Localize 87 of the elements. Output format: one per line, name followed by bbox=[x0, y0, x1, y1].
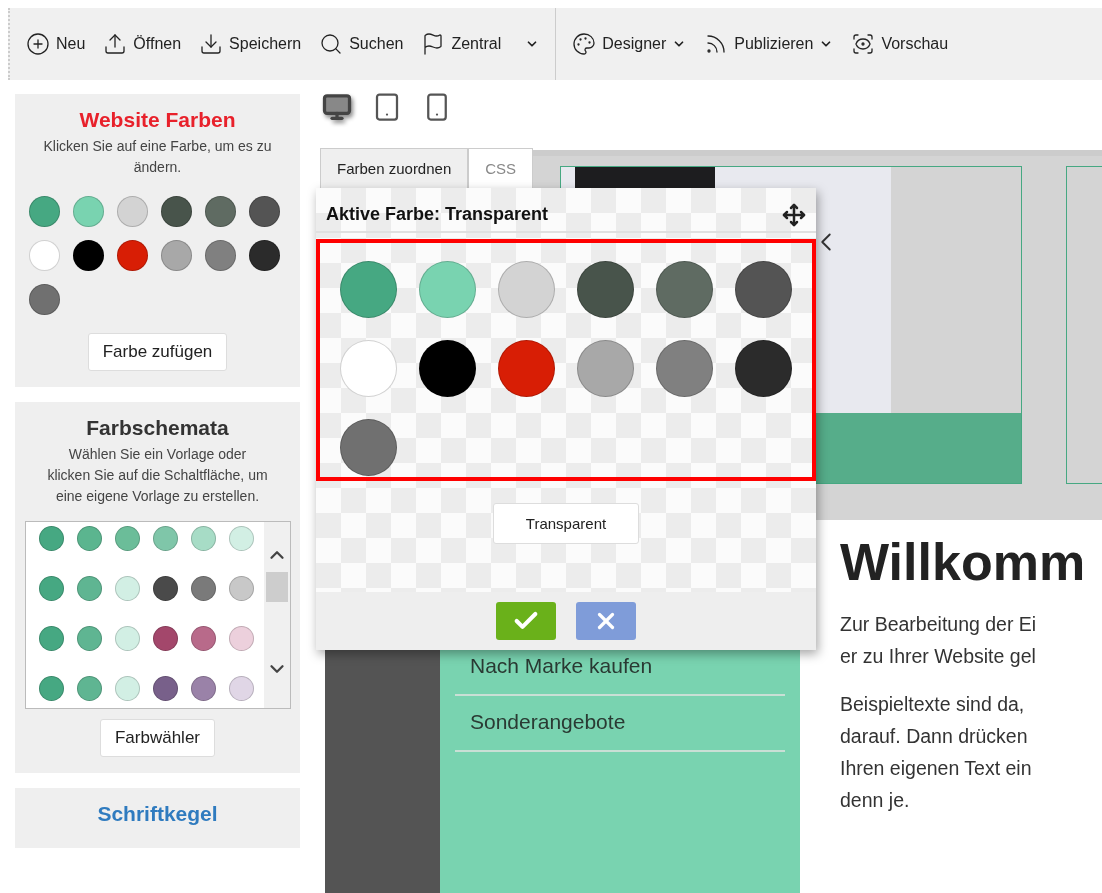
page-heading: Willkomm bbox=[840, 532, 1086, 592]
color-swatch[interactable] bbox=[577, 340, 634, 397]
color-swatch[interactable] bbox=[735, 340, 792, 397]
move-icon[interactable] bbox=[782, 202, 806, 227]
color-swatch[interactable] bbox=[577, 261, 634, 318]
toolbar-button[interactable]: Suchen bbox=[317, 28, 406, 60]
paragraph-line: Zur Bearbeitung der Ei bbox=[840, 612, 1038, 637]
scheme-swatch[interactable] bbox=[152, 526, 178, 551]
dialog-title: Aktive Farbe: Transparent bbox=[326, 204, 549, 225]
scheme-swatch[interactable] bbox=[190, 626, 216, 651]
scheme-swatch[interactable] bbox=[38, 626, 64, 651]
color-swatch[interactable] bbox=[498, 340, 555, 397]
color-swatch[interactable] bbox=[419, 340, 476, 397]
scheme-swatch[interactable] bbox=[38, 576, 64, 601]
scheme-swatch[interactable] bbox=[228, 576, 254, 601]
color-swatch[interactable] bbox=[73, 240, 104, 271]
color-swatch[interactable] bbox=[249, 240, 280, 271]
color-swatch[interactable] bbox=[205, 196, 236, 227]
scheme-swatch[interactable] bbox=[114, 526, 140, 551]
color-swatch[interactable] bbox=[419, 261, 476, 318]
color-swatch[interactable] bbox=[249, 196, 280, 227]
color-swatch[interactable] bbox=[340, 419, 397, 476]
scheme-swatch[interactable] bbox=[152, 626, 178, 651]
scheme-swatch[interactable] bbox=[114, 626, 140, 651]
add-color-button[interactable]: Farbe zufügen bbox=[87, 333, 228, 371]
tab[interactable]: Farben zuordnen bbox=[320, 148, 469, 188]
scheme-swatch[interactable] bbox=[114, 576, 140, 601]
toolbar-button[interactable]: Designer bbox=[570, 28, 689, 60]
color-swatch[interactable] bbox=[735, 261, 792, 318]
color-swatch[interactable] bbox=[656, 261, 713, 318]
color-swatch[interactable] bbox=[161, 240, 192, 271]
scheme-swatch[interactable] bbox=[76, 676, 102, 701]
scrollbar[interactable] bbox=[263, 522, 290, 708]
scheme-swatch[interactable] bbox=[190, 676, 216, 701]
scheme-swatch[interactable] bbox=[76, 626, 102, 651]
menu-item[interactable]: Sonderangebote bbox=[455, 696, 785, 752]
scheme-swatch[interactable] bbox=[228, 676, 254, 701]
color-swatch[interactable] bbox=[205, 240, 236, 271]
color-swatch[interactable] bbox=[117, 196, 148, 227]
color-swatch[interactable] bbox=[340, 340, 397, 397]
color-swatch[interactable] bbox=[340, 261, 397, 318]
color-swatch[interactable] bbox=[29, 240, 60, 271]
scheme-swatch[interactable] bbox=[190, 576, 216, 601]
color-swatch[interactable] bbox=[656, 340, 713, 397]
upload-icon bbox=[103, 32, 128, 56]
scheme-swatch[interactable] bbox=[76, 576, 102, 601]
download-icon bbox=[199, 32, 224, 56]
eye-icon bbox=[851, 32, 876, 56]
paragraph-line: darauf. Dann drücken bbox=[840, 724, 1029, 749]
toolbar-button[interactable]: Zentral bbox=[419, 28, 542, 60]
toolbar-button[interactable]: Speichern bbox=[197, 28, 304, 60]
scheme-swatch[interactable] bbox=[38, 676, 64, 701]
panel-hint: Wählen Sie ein Vorlage oder klicken Sie auf die Schaltfläche, um eine eigene Vorlage zu erstellen. bbox=[46, 445, 269, 506]
color-swatch[interactable] bbox=[29, 284, 60, 315]
color-swatch[interactable] bbox=[161, 196, 192, 227]
paragraph-line: Ihren eigenen Text ein bbox=[840, 756, 1033, 781]
panel-title: Schriftkegel bbox=[97, 802, 218, 826]
scheme-swatch[interactable] bbox=[114, 676, 140, 701]
scroll-thumb[interactable] bbox=[265, 572, 288, 602]
color-swatch[interactable] bbox=[498, 261, 555, 318]
scheme-swatch[interactable] bbox=[152, 576, 178, 601]
confirm-button[interactable] bbox=[496, 602, 556, 640]
color-picker-button[interactable]: Farbwähler bbox=[99, 719, 215, 757]
scheme-swatch[interactable] bbox=[190, 526, 216, 551]
paragraph-line: denn je. bbox=[840, 788, 911, 813]
cancel-button[interactable] bbox=[576, 602, 636, 640]
panel-title: Farbschemata bbox=[86, 416, 229, 440]
toolbar-button[interactable]: Publizieren bbox=[702, 28, 836, 60]
panel-title: Website Farben bbox=[79, 108, 236, 132]
scheme-swatch[interactable] bbox=[228, 526, 254, 551]
color-swatch[interactable] bbox=[29, 196, 60, 227]
toolbar-button[interactable]: Neu bbox=[24, 28, 88, 60]
paragraph-line: er zu Ihrer Website gel bbox=[840, 644, 1037, 669]
color-swatch[interactable] bbox=[117, 240, 148, 271]
palette-icon bbox=[572, 32, 597, 56]
panel-hint: Klicken Sie auf eine Farbe, um es zu ändern. bbox=[42, 137, 273, 177]
toolbar-button[interactable]: Öffnen bbox=[101, 28, 184, 60]
scheme-swatch[interactable] bbox=[152, 676, 178, 701]
color-swatch[interactable] bbox=[73, 196, 104, 227]
tab[interactable]: CSS bbox=[468, 148, 534, 188]
scheme-swatch[interactable] bbox=[76, 526, 102, 551]
toolbar-button[interactable]: Vorschau bbox=[849, 28, 951, 60]
add-icon bbox=[26, 32, 50, 56]
scheme-swatch[interactable] bbox=[38, 526, 64, 551]
paragraph-line: Beispieltexte sind da, bbox=[840, 692, 1026, 717]
scheme-swatch[interactable] bbox=[228, 626, 254, 651]
transparent-button[interactable]: Transparent bbox=[492, 503, 640, 544]
